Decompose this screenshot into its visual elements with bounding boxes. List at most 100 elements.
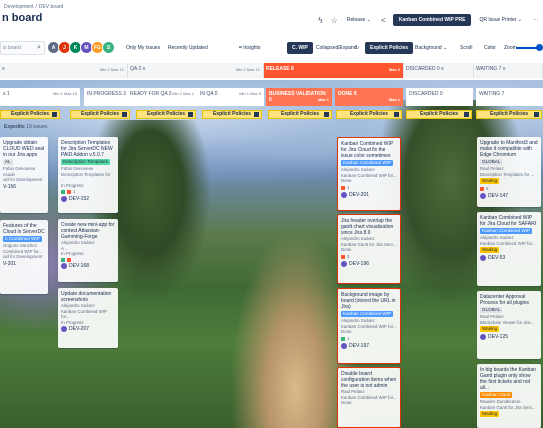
card-tag: Kanban Combined WIP (341, 311, 394, 317)
card-status: Waiting (480, 178, 500, 184)
card-key[interactable]: DEV-152 (69, 196, 89, 202)
recently-updated-button[interactable]: Recently Updated (165, 43, 211, 53)
search-placeholder: is board (3, 45, 21, 51)
policy-toggle-icon[interactable] (324, 112, 329, 117)
card-epic: Kanban Combined WIP for... (61, 308, 107, 320)
card-key-row: DEV-197 (341, 342, 397, 349)
policy-toggle-icon[interactable] (534, 112, 539, 117)
card-key[interactable]: V-156 (3, 184, 45, 190)
explicit-policy-bar[interactable]: Explicit Policies (476, 110, 542, 119)
explicit-policy-bar[interactable]: Explicit Policies (268, 110, 332, 119)
kanban-filter-button[interactable]: Kanban Combined WIP PRE (392, 14, 472, 26)
policy-toggle-icon[interactable] (122, 112, 127, 117)
issue-card[interactable]: Kanban Combined WIP for Jira Cloud for S… (477, 212, 541, 286)
card-title: Update documentation screenshots (61, 291, 112, 303)
issue-card[interactable]: In big boards the Kanban Gantt plugin on… (477, 364, 541, 428)
share-icon[interactable]: < (379, 16, 388, 25)
card-key[interactable]: DEV-196 (349, 261, 369, 267)
card-key[interactable]: DEV-53 (488, 255, 505, 261)
only-my-issues-button[interactable]: Only My Issues (123, 43, 163, 53)
subcolumn-header[interactable]: IN QA 0 Min 1 Max 5 (197, 88, 264, 106)
search-input[interactable]: is board ⌕ (0, 41, 45, 55)
avatar[interactable]: S (102, 41, 115, 54)
card-key[interactable]: DEV-168 (69, 263, 89, 269)
policy-toggle-icon[interactable] (464, 112, 469, 117)
card-status: Waiting (480, 411, 500, 417)
policy-toggle-icon[interactable] (254, 112, 259, 117)
issue-card[interactable]: Disable board configuration items when t… (337, 367, 401, 428)
column-header[interactable]: WAITING 7 ≡ (474, 63, 543, 78)
subcolumn-header[interactable]: READY FOR QA 2 Min 1 Max 1 (127, 88, 197, 106)
card-title: In big boards the Kanban Gantt plugin on… (480, 367, 536, 391)
subcolumn-header-done[interactable]: DONE 8 Max 1 (335, 88, 403, 106)
explicit-policy-bar[interactable]: Explicit Policies (136, 110, 196, 119)
star-icon[interactable]: ☆ (330, 16, 339, 25)
card-key[interactable]: DEV-207 (69, 326, 89, 332)
cwip-button[interactable]: C. WIP (287, 42, 313, 54)
issue-card[interactable]: Kanban Combined WIP for Jira Cloud fix t… (337, 137, 401, 211)
color-button[interactable]: Color (481, 43, 499, 53)
card-title: Features of the Cloud in ServerDC (3, 223, 45, 235)
release-dropdown[interactable]: Release ⌄ (344, 15, 374, 25)
explicit-policy-bar[interactable]: Explicit Policies (0, 110, 60, 119)
issue-card[interactable]: Update documentation screenshots Alejand… (58, 288, 118, 348)
refresh-icon[interactable]: ↻ (352, 43, 362, 53)
card-status: Done (341, 178, 352, 183)
policy-toggle-icon[interactable] (52, 112, 57, 117)
header-actions: ϟ ☆ Release ⌄ < Kanban Combined WIP PRE … (316, 14, 541, 26)
card-key[interactable]: DEV-147 (488, 193, 508, 199)
breadcrumb-development[interactable]: Development (4, 4, 33, 10)
column-header[interactable]: ≡ Min 2 Max 12 (0, 63, 128, 78)
card-footer: 1 (341, 336, 397, 342)
explicit-policy-bar[interactable]: Explicit Policies (406, 110, 472, 119)
more-menu-button[interactable]: ··· (530, 15, 541, 25)
subcolumn-header[interactable]: s 1 Min 1 Max 15 (0, 88, 80, 106)
policy-toggle-icon[interactable] (394, 112, 399, 117)
issue-card[interactable]: Background image by board (stored the UR… (337, 288, 401, 364)
issue-card[interactable]: Create new mini-app for contest Atlassia… (58, 219, 118, 282)
column-header[interactable]: DISCARDED 0 ≡ (404, 63, 474, 78)
avatar (480, 255, 486, 261)
column-limits: Max 2 (388, 67, 400, 72)
column-header-release[interactable]: RELEASE 8 Max 2 (264, 63, 404, 78)
card-status: In Progress (61, 182, 84, 188)
card-key[interactable]: V-201 (3, 261, 45, 267)
background-dropdown[interactable]: Background ⌄ (412, 43, 450, 53)
bug-icon (341, 185, 345, 190)
explicit-policy-bar[interactable]: Explicit Policies (336, 110, 402, 119)
breadcrumb-dev-board[interactable]: DEV board (39, 4, 63, 10)
scroll-button[interactable]: Scroll (457, 43, 476, 53)
insights-button[interactable]: ⌗ Insights (236, 43, 263, 53)
swimlane-expedite[interactable]: Expedite 19 issues (4, 124, 47, 130)
issue-card[interactable]: Jira header overlap the gantt chart visu… (337, 214, 401, 284)
issue-card[interactable]: Description Templates for Jira ServerDC … (58, 137, 118, 213)
column-title: ≡ (2, 66, 5, 72)
card-title: Kanban Combined WIP for Jira Cloud for S… (480, 215, 537, 227)
issue-card[interactable]: Datacenter Approval Process for all plug… (477, 291, 541, 359)
subcolumn-limits: Min 1 Max 5 (239, 91, 261, 96)
issue-card[interactable]: Upgrade obtain CLOUD WED seal in our Jir… (0, 137, 48, 213)
story-icon (61, 190, 65, 194)
card-key[interactable]: DEV-125 (488, 334, 508, 340)
card-key[interactable]: DEV-201 (349, 192, 369, 198)
issue-card[interactable]: Upgrade to Manifest3 and make it compati… (477, 137, 541, 207)
explicit-policies-toggle[interactable]: Explicit Policies (365, 42, 414, 54)
explicit-policy-bar[interactable]: Explicit Policies (202, 110, 262, 119)
policy-toggle-icon[interactable] (188, 112, 193, 117)
card-status: Done (341, 247, 352, 252)
zoom-slider-handle[interactable] (536, 44, 543, 51)
qr-printer-dropdown[interactable]: QR Issue Printer ⌄ (476, 15, 525, 25)
column-title: QA 2 ≡ (130, 66, 146, 72)
explicit-policy-bar[interactable]: Explicit Policies (70, 110, 130, 119)
column-header[interactable]: QA 2 ≡ Min 2 Max 12 (128, 63, 264, 78)
subcolumn-header[interactable]: DISCARDED 0 (406, 88, 473, 106)
card-key[interactable]: DEV-197 (349, 343, 369, 349)
search-icon: ⌕ (37, 44, 41, 51)
subcolumn-header[interactable]: WAITING 7 (476, 88, 543, 106)
card-epic: Description Templates for ... (61, 171, 111, 183)
column-limits: Min 2 Max 12 (99, 67, 124, 72)
lightning-icon[interactable]: ϟ (316, 16, 325, 25)
issue-card[interactable]: Features of the Cloud in ServerDC n Comb… (0, 220, 48, 294)
subcolumn-header-business-validation[interactable]: BUSINESS VALIDATION 0 Max 1 (266, 88, 332, 106)
subcolumn-limits: Max 1 (388, 97, 400, 102)
